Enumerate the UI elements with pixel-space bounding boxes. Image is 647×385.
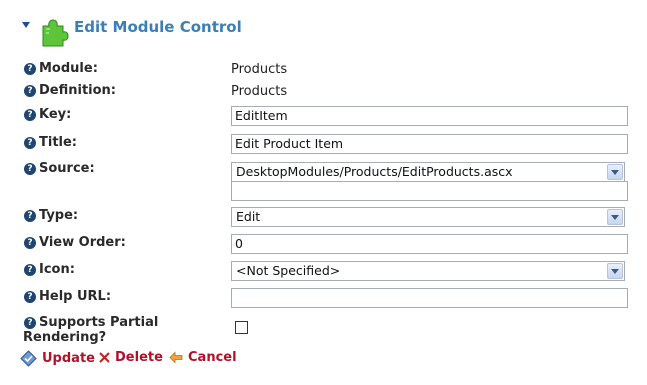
icon-label-text: Icon:: [39, 262, 75, 277]
definition-label: ? Definition:: [24, 83, 116, 98]
help-icon[interactable]: ?: [24, 263, 36, 276]
cancel-label: Cancel: [188, 350, 237, 365]
help-icon[interactable]: ?: [24, 84, 36, 97]
view-order-label: ? View Order:: [24, 235, 126, 250]
key-label: ? Key:: [24, 107, 71, 122]
type-label: ? Type:: [24, 208, 78, 223]
collapse-arrow-icon[interactable]: [22, 22, 30, 28]
source-label: ? Source:: [24, 161, 95, 176]
help-url-label-text: Help URL:: [39, 289, 112, 304]
help-icon[interactable]: ?: [24, 108, 36, 121]
chevron-down-icon[interactable]: [607, 164, 623, 180]
help-icon[interactable]: ?: [24, 316, 36, 329]
type-label-text: Type:: [39, 208, 79, 223]
page-title: Edit Module Control: [74, 18, 242, 36]
key-input[interactable]: EditItem: [231, 106, 628, 126]
help-icon[interactable]: ?: [24, 290, 36, 303]
partial-rendering-label: ? Supports Partial: [24, 315, 158, 330]
help-icon[interactable]: ?: [24, 62, 36, 75]
puzzle-piece-icon: [42, 19, 69, 47]
title-label-text: Title:: [39, 135, 78, 150]
update-button[interactable]: Update: [20, 350, 95, 367]
chevron-down-icon[interactable]: [607, 263, 623, 279]
title-row: ? Title: Edit Product Item: [24, 134, 628, 154]
update-icon: [20, 350, 37, 367]
help-icon[interactable]: ?: [24, 136, 36, 149]
partial-rendering-label-line1: Supports Partial: [39, 315, 159, 330]
type-select[interactable]: Edit: [231, 207, 625, 227]
help-icon[interactable]: ?: [24, 209, 36, 222]
source-label-text: Source:: [39, 161, 95, 176]
title-input[interactable]: Edit Product Item: [231, 134, 628, 154]
delete-label: Delete: [115, 350, 163, 365]
icon-selected-value: <Not Specified>: [236, 263, 341, 278]
source-select[interactable]: DesktopModules/Products/EditProducts.asc…: [231, 162, 625, 182]
type-selected-value: Edit: [236, 209, 261, 224]
view-order-row: ? View Order: 0: [24, 234, 628, 254]
help-icon[interactable]: ?: [24, 236, 36, 249]
definition-value: Products: [231, 84, 288, 99]
update-label: Update: [42, 351, 95, 366]
help-url-label: ? Help URL:: [24, 289, 111, 304]
source-row: ? Source: DesktopModules/Products/EditPr…: [24, 161, 628, 201]
partial-rendering-row: ? Supports Partial Rendering?: [23, 315, 624, 347]
source-extra-input[interactable]: [231, 181, 628, 201]
definition-row: ? Definition: Products: [24, 83, 624, 101]
help-url-input[interactable]: [231, 288, 628, 308]
module-value: Products: [231, 62, 288, 77]
type-row: ? Type: Edit: [24, 207, 625, 227]
source-selected-value: DesktopModules/Products/EditProducts.asc…: [236, 164, 513, 179]
module-row: ? Module: Products: [24, 61, 624, 79]
chevron-down-icon[interactable]: [607, 209, 623, 225]
partial-rendering-label-line2: Rendering?: [23, 330, 107, 345]
partial-rendering-checkbox[interactable]: [235, 321, 248, 334]
title-label: ? Title:: [24, 135, 77, 150]
cancel-button[interactable]: Cancel: [169, 350, 237, 365]
section-header: Edit Module Control: [20, 12, 620, 48]
view-order-input[interactable]: 0: [231, 234, 628, 254]
icon-row: ? Icon: <Not Specified>: [24, 261, 625, 281]
action-bar: Update Delete Cancel: [20, 350, 420, 372]
definition-label-text: Definition:: [39, 83, 117, 98]
module-label: ? Module:: [24, 61, 98, 76]
delete-x-icon: [99, 352, 110, 363]
delete-button[interactable]: Delete: [99, 350, 163, 365]
module-label-text: Module:: [39, 61, 98, 76]
icon-select[interactable]: <Not Specified>: [231, 261, 625, 281]
view-order-label-text: View Order:: [39, 235, 126, 250]
icon-label: ? Icon:: [24, 262, 75, 277]
help-icon[interactable]: ?: [24, 162, 36, 175]
key-row: ? Key: EditItem: [24, 106, 628, 126]
key-label-text: Key:: [39, 107, 72, 122]
back-arrow-icon: [169, 351, 183, 364]
help-url-row: ? Help URL:: [24, 288, 628, 308]
